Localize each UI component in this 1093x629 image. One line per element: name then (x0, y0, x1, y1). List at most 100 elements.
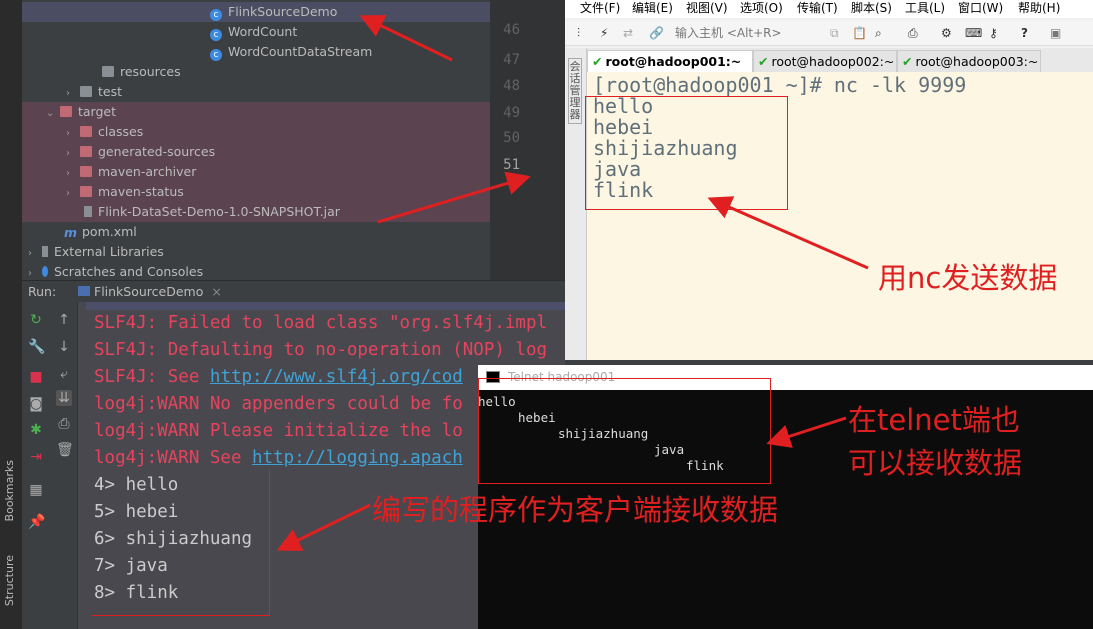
tree-label: resources (120, 64, 181, 79)
menu-help[interactable]: 帮助(H) (1018, 0, 1060, 17)
key-icon[interactable]: ⚷ (989, 20, 998, 46)
print-icon[interactable]: ⎙ (56, 416, 72, 432)
left-tool-strip: Bookmarks Structure (0, 0, 22, 629)
copy-icon[interactable]: ⧉ (830, 20, 839, 46)
down-arrow-icon[interactable]: ↓ (56, 339, 72, 355)
tree-label: Scratches and Consoles (54, 264, 204, 279)
settings-icon[interactable]: ⚙ (941, 20, 952, 46)
wrench-icon[interactable]: 🔧 (28, 339, 45, 355)
tree-item[interactable]: c FlinkSourceDemo (22, 2, 490, 22)
chevron-right-icon[interactable]: › (66, 164, 80, 184)
help-icon[interactable]: ? (1021, 20, 1028, 46)
tree-label: WordCount (228, 24, 298, 39)
tab-hadoop003[interactable]: ✔ root@hadoop003:~ (897, 50, 1041, 72)
menu-bar: 文件(F) 编辑(E) 视图(V) 选项(O) 传输(T) 脚本(S) 工具(L… (565, 0, 1093, 18)
class-icon: c (210, 29, 222, 41)
run-toolbar: Run: FlinkSourceDemo × (22, 280, 565, 305)
bookmarks-tab[interactable]: Bookmarks (3, 460, 16, 521)
scratch-icon (42, 266, 48, 277)
console-text: log4j:WARN See (94, 448, 253, 468)
rerun-icon[interactable]: ↻ (28, 312, 44, 328)
project-tree: c FlinkSourceDemo c WordCount c WordCountDa… (22, 0, 490, 280)
menu-tools[interactable]: 工具(L) (905, 0, 945, 17)
host-input[interactable]: 输入主机 <Alt+R> (675, 20, 782, 46)
lightning-icon[interactable]: ⚡ (600, 20, 608, 46)
up-arrow-icon[interactable]: ↑ (56, 312, 72, 328)
structure-tab[interactable]: Structure (3, 555, 16, 606)
close-icon[interactable]: × (211, 284, 221, 299)
folder-icon (102, 66, 114, 77)
tab-hadoop001[interactable]: ✔root@hadoop001:~× (587, 50, 762, 72)
jar-icon (84, 206, 92, 217)
folder-icon (80, 166, 92, 177)
menu-window[interactable]: 窗口(W) (958, 0, 1003, 17)
console-link[interactable]: http://logging.apach (252, 448, 463, 468)
trash-icon[interactable]: 🗑 (56, 442, 74, 458)
annotation-nc: 用nc发送数据 (878, 261, 1058, 295)
tree-item[interactable]: › classes (22, 122, 490, 142)
tree-item[interactable]: Flink-DataSet-Demo-1.0-SNAPSHOT.jar (22, 202, 490, 222)
print-icon[interactable]: ⎙ (908, 20, 918, 46)
chevron-right-icon[interactable]: › (28, 244, 42, 264)
menu-options[interactable]: 选项(O) (740, 0, 783, 17)
console-link[interactable]: http://www.slf4j.org/cod (210, 367, 463, 387)
chevron-right-icon[interactable]: › (66, 184, 80, 204)
camera-icon[interactable]: ◙ (28, 396, 44, 412)
tab-label: root@hadoop002:~ (771, 54, 895, 69)
tree-label: FlinkSourceDemo (228, 4, 338, 19)
find-icon[interactable]: ⌕ (875, 20, 882, 46)
run-label: Run: (28, 284, 57, 299)
paste-icon[interactable]: 📋 (852, 20, 867, 46)
tree-item[interactable]: resources (22, 62, 490, 82)
exit-icon[interactable]: ⇥ (28, 449, 44, 465)
tree-item[interactable]: › External Libraries (22, 242, 490, 262)
link-icon[interactable]: 🔗 (649, 20, 664, 46)
line-number: 49 (503, 105, 520, 121)
console-line: log4j:WARN See http://logging.apach (94, 445, 463, 472)
line-number: 47 (503, 52, 520, 68)
folder-icon (80, 186, 92, 197)
tree-item[interactable]: › maven-archiver (22, 162, 490, 182)
menu-script[interactable]: 脚本(S) (851, 0, 892, 17)
keyboard-icon[interactable]: ⌨ (965, 20, 982, 46)
pin-icon[interactable]: 📌 (28, 514, 45, 530)
debug-icon[interactable]: ✱ (28, 422, 44, 438)
new-session-icon[interactable]: ⫶ (577, 20, 580, 46)
tree-label: generated-sources (98, 144, 216, 159)
console-line: log4j:WARN No appenders could be fo (94, 394, 463, 414)
reconnect-icon[interactable]: ⇄ (623, 20, 633, 46)
scroll-to-end-icon[interactable]: ⇊ (56, 390, 72, 406)
menu-edit[interactable]: 编辑(E) (632, 0, 673, 17)
menu-transfer[interactable]: 传输(T) (797, 0, 838, 17)
tree-item[interactable]: c WordCount (22, 22, 490, 42)
tree-label: WordCountDataStream (228, 44, 373, 59)
toolbar: ⫶ ⚡ ⇄ 🔗 输入主机 <Alt+R> ⧉ 📋 ⌕ ⎙ ⚙ ⌨ ⚷ ? ▣ (565, 20, 1093, 46)
tree-item[interactable]: › maven-status (22, 182, 490, 202)
menu-file[interactable]: 文件(F) (580, 0, 620, 17)
tab-bar: ✔root@hadoop001:~× ✔root@hadoop002:~ ✔ro… (587, 48, 1093, 72)
chevron-right-icon[interactable]: › (66, 144, 80, 164)
session-manager-bar[interactable]: 会话管理器 (565, 48, 587, 360)
console-icon (78, 286, 90, 296)
tree-item[interactable]: › test (22, 82, 490, 102)
menu-view[interactable]: 视图(V) (686, 0, 728, 17)
session-manager-label: 会话管理器 (568, 58, 582, 124)
layout-icon[interactable]: ▦ (28, 482, 44, 498)
chevron-right-icon[interactable]: › (66, 124, 80, 144)
tree-item[interactable]: c WordCountDataStream (22, 42, 490, 62)
class-icon: c (210, 49, 222, 61)
tree-label: classes (98, 124, 144, 139)
tree-item[interactable]: › generated-sources (22, 142, 490, 162)
tab-hadoop002[interactable]: ✔ root@hadoop002:~ (753, 50, 897, 72)
tab-label: root@hadoop001:~ (605, 54, 742, 69)
run-tools-right: ↑ ↓ ⤶ ⇊ ⎙ 🗑 (50, 302, 78, 629)
stop-icon[interactable]: ■ (28, 369, 44, 385)
annotation-client: 编写的程序作为客户端接收数据 (372, 493, 779, 527)
tree-item[interactable]: ⌄ target (22, 102, 490, 122)
tree-item[interactable]: › Scratches and Consoles (22, 262, 490, 282)
lock-icon[interactable]: ▣ (1050, 20, 1061, 46)
chevron-down-icon[interactable]: ⌄ (46, 104, 60, 124)
tree-item[interactable]: m pom.xml (22, 222, 490, 242)
chevron-right-icon[interactable]: › (66, 84, 80, 104)
soft-wrap-icon[interactable]: ⤶ (56, 366, 72, 382)
